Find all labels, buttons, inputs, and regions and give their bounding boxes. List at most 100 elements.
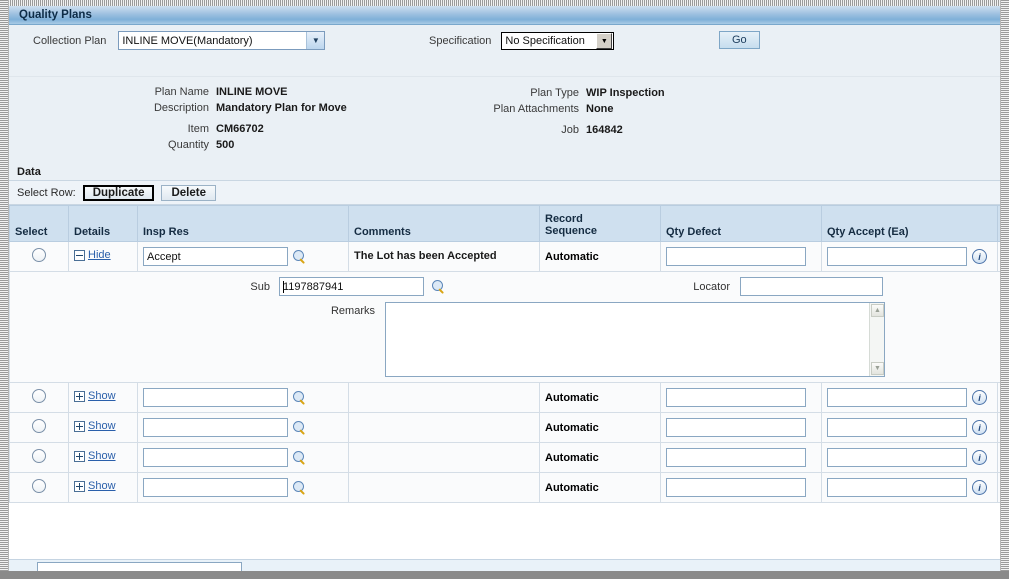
row-details-cell: Show [68,412,138,443]
row-select-radio[interactable] [32,389,46,403]
column-header-record-sequence-text: Record Sequence [545,212,597,238]
chevron-down-icon: ▼ [306,32,325,49]
row-insp-res-cell [137,442,349,473]
details-show-label: Show [88,420,116,433]
lov-search-icon[interactable] [293,390,307,405]
row-qty-accept-cell: i [821,412,998,443]
table-row: Show Automatic i [9,442,1000,473]
row-insp-res-cell [137,382,349,413]
row-qty-accept-cell: i [821,442,998,473]
row-add-cell [997,442,1000,473]
specification-select[interactable]: No Specification ▼ [501,32,615,50]
select-row-toolbar: Select Row: Duplicate Delete [9,180,1000,205]
row-details-cell: Show [68,382,138,413]
job-value: 164842 [586,124,623,136]
info-icon[interactable]: i [972,450,987,465]
row-record-sequence-cell: Automatic [539,412,661,443]
plus-box-icon [74,390,85,402]
scroll-down-icon[interactable]: ▼ [871,362,884,375]
quantity-label: Quantity [168,139,209,151]
qty-defect-input[interactable] [666,478,806,497]
plan-info-region: Plan Name INLINE MOVE Description Mandat… [9,77,1000,163]
clipped-next-row-input[interactable] [37,562,242,571]
plan-type-label: Plan Type [530,87,579,99]
qty-accept-input[interactable] [827,418,967,437]
locator-field: Locator [670,277,883,296]
minus-box-icon [74,249,85,261]
insp-res-input[interactable] [143,247,288,266]
lov-search-icon[interactable] [293,480,307,495]
qty-defect-input[interactable] [666,418,806,437]
plan-name-value: INLINE MOVE [216,86,288,98]
sub-input[interactable]: 1197887941 [279,277,424,296]
row-record-sequence-cell: Automatic [539,472,661,503]
qty-accept-input[interactable] [827,388,967,407]
remarks-scrollbar[interactable]: ▲ ▼ [869,303,884,376]
quantity-value: 500 [216,139,235,151]
info-icon[interactable]: i [972,480,987,495]
qty-accept-input[interactable] [827,247,967,266]
duplicate-button[interactable]: Duplicate [82,184,155,201]
scroll-up-icon[interactable]: ▲ [871,304,884,317]
locator-input[interactable] [740,277,883,296]
row-insp-res-cell [137,412,349,443]
row-qty-accept-cell: i [821,472,998,503]
details-show-link[interactable]: Show [74,480,116,492]
sub-lov-search-icon[interactable] [432,279,446,294]
table-row: Hide The Lot has been Accepted Automatic [9,241,1000,272]
row-comments-cell [348,472,540,503]
page-title: Quality Plans [19,9,92,21]
row-qty-defect-cell [660,412,822,443]
row-select-radio[interactable] [32,248,46,262]
info-icon[interactable]: i [972,420,987,435]
plan-info-item: Quantity 500 [9,139,347,151]
row-select-cell [9,472,69,503]
query-region: Collection Plan INLINE MOVE(Mandatory) ▼… [9,25,1000,77]
remarks-textarea[interactable]: ▲ ▼ [385,302,885,377]
description-value: Mandatory Plan for Move [216,102,347,114]
lov-search-icon[interactable] [293,450,307,465]
details-show-label: Show [88,450,116,463]
insp-res-input[interactable] [143,448,288,467]
qty-defect-input[interactable] [666,247,806,266]
collection-plan-label: Collection Plan [33,34,107,47]
lov-search-icon[interactable] [293,249,307,264]
clipped-next-row [9,559,1000,571]
row-qty-accept-cell: i [821,382,998,413]
qty-accept-input[interactable] [827,448,967,467]
details-show-label: Show [88,480,116,493]
qty-accept-input[interactable] [827,478,967,497]
table-row: Show Automatic i [9,412,1000,443]
details-show-link[interactable]: Show [74,390,116,402]
insp-res-input[interactable] [143,418,288,437]
row-comments-cell: The Lot has been Accepted [348,241,540,272]
detail-panel-cell: Sub 1197887941 Locator Remarks ▲ ▼ [9,271,1000,383]
details-show-link[interactable]: Show [74,420,116,432]
insp-res-input[interactable] [143,478,288,497]
info-icon[interactable]: i [972,249,987,264]
collection-plan-select[interactable]: INLINE MOVE(Mandatory) ▼ [118,31,326,50]
column-header-add [997,205,1000,242]
row-add-cell [997,472,1000,503]
insp-res-input[interactable] [143,388,288,407]
row-select-radio[interactable] [32,449,46,463]
details-show-link[interactable]: Show [74,450,116,462]
application-window: Quality Plans Collection Plan INLINE MOV… [0,0,1009,579]
window-frame-bottom [0,571,1009,579]
info-icon[interactable]: i [972,390,987,405]
item-value: CM66702 [216,123,264,135]
row-select-radio[interactable] [32,479,46,493]
row-select-radio[interactable] [32,419,46,433]
table-row: Show Automatic i [9,472,1000,503]
plan-name-label: Plan Name [154,86,209,98]
window-frame-left [0,0,9,579]
specification-selected-value: No Specification [505,35,585,47]
lov-search-icon[interactable] [293,420,307,435]
row-add-cell [997,412,1000,443]
sub-field: Sub 1197887941 [210,277,446,296]
go-button[interactable]: Go [719,31,760,49]
qty-defect-input[interactable] [666,448,806,467]
details-hide-link[interactable]: Hide [74,249,111,261]
delete-button[interactable]: Delete [161,184,216,201]
qty-defect-input[interactable] [666,388,806,407]
